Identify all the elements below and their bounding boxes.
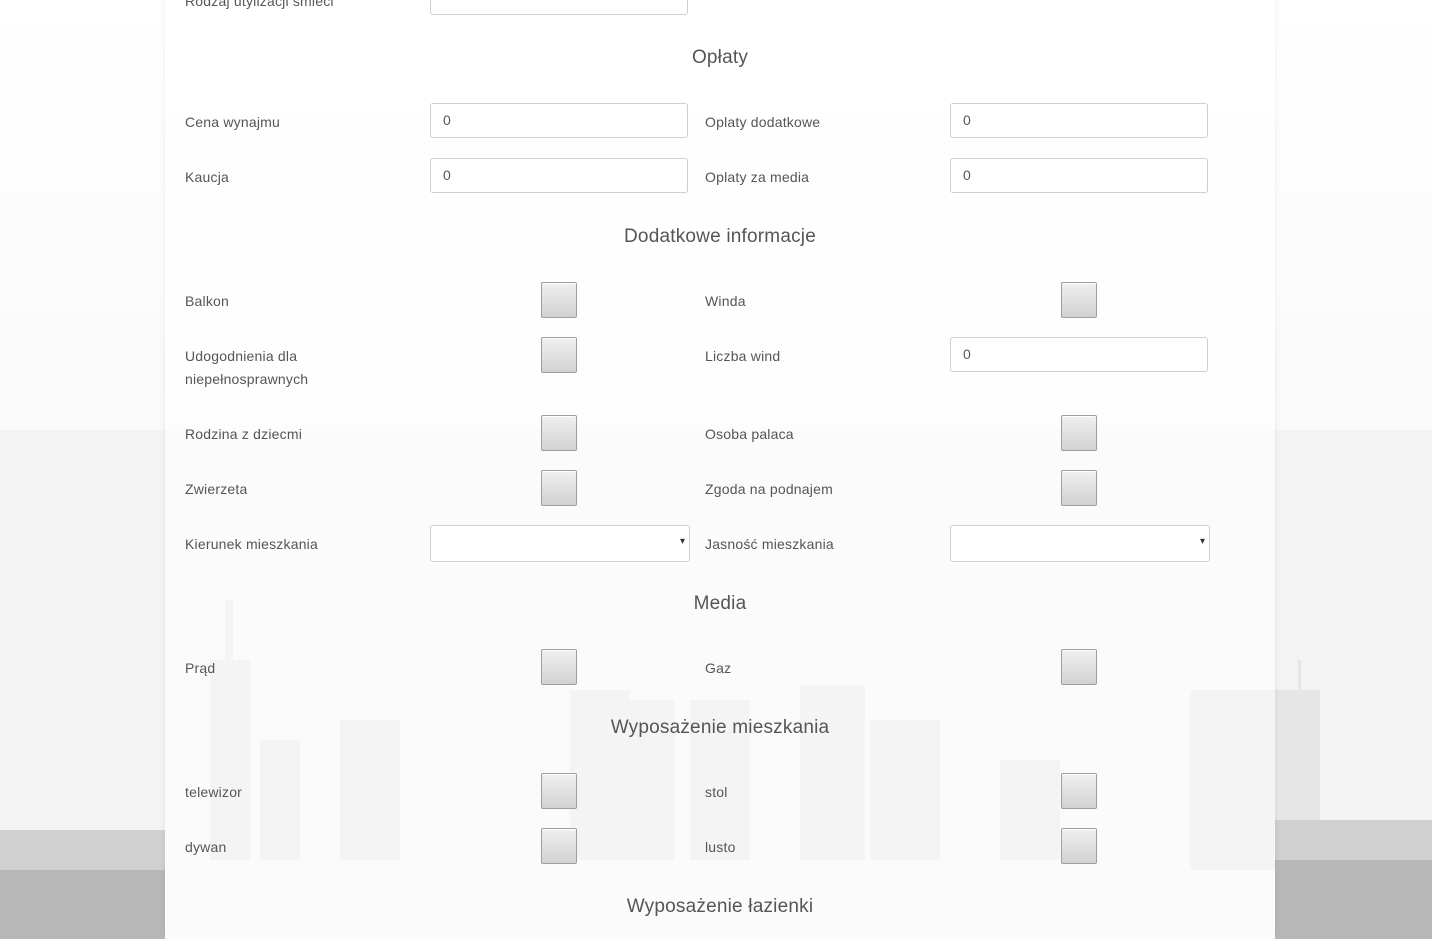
electricity-checkbox[interactable] xyxy=(541,649,577,685)
mirror-checkbox[interactable] xyxy=(1061,828,1097,864)
carpet-checkbox[interactable] xyxy=(541,828,577,864)
electricity-label: Prąd xyxy=(185,660,216,676)
waste-disposal-input[interactable] xyxy=(430,0,688,15)
brightness-select[interactable]: ▾ xyxy=(950,525,1210,562)
sublet-label: Zgoda na podnajem xyxy=(705,481,833,497)
section-heading-additional: Dodatkowe informacje xyxy=(624,226,816,247)
media-fees-input[interactable]: 0 xyxy=(950,158,1208,193)
table-label: stol xyxy=(705,784,728,800)
rent-price-label: Cena wynajmu xyxy=(185,114,280,130)
elevator-checkbox[interactable] xyxy=(1061,282,1097,318)
brightness-label: Jasność mieszkania xyxy=(705,536,834,552)
smoker-checkbox[interactable] xyxy=(1061,415,1097,451)
deposit-label: Kaucja xyxy=(185,169,230,185)
rent-price-input[interactable]: 0 xyxy=(430,103,688,138)
section-heading-fees: Opłaty xyxy=(691,47,749,68)
waste-disposal-label: Rodzaj utylizacji śmieci xyxy=(185,0,334,9)
accessibility-label-line1: Udogodnienia dla xyxy=(185,348,298,364)
balcony-checkbox[interactable] xyxy=(541,282,577,318)
gas-checkbox[interactable] xyxy=(1061,649,1097,685)
smoker-label: Osoba palaca xyxy=(705,426,794,442)
sublet-checkbox[interactable] xyxy=(1061,470,1097,506)
extra-fees-input[interactable]: 0 xyxy=(950,103,1208,138)
pets-checkbox[interactable] xyxy=(541,470,577,506)
listing-form-panel: Rodzaj utylizacji śmieci Opłaty Cena wyn… xyxy=(165,0,1275,939)
family-kids-checkbox[interactable] xyxy=(541,415,577,451)
gas-label: Gaz xyxy=(705,660,732,676)
carpet-label: dywan xyxy=(185,839,227,855)
accessibility-label-line2: niepełnosprawnych xyxy=(185,371,309,387)
media-fees-label: Oplaty za media xyxy=(705,169,810,185)
balcony-label: Balkon xyxy=(185,293,230,309)
chevron-down-icon: ▾ xyxy=(679,536,685,547)
extra-fees-label: Oplaty dodatkowe xyxy=(705,114,821,130)
section-heading-media: Media xyxy=(693,593,747,614)
direction-select[interactable]: ▾ xyxy=(430,525,690,562)
table-checkbox[interactable] xyxy=(1061,773,1097,809)
tv-label: telewizor xyxy=(185,784,243,800)
pets-label: Zwierzeta xyxy=(185,481,248,497)
chevron-down-icon: ▾ xyxy=(1199,536,1205,547)
family-kids-label: Rodzina z dziecmi xyxy=(185,426,302,442)
elevator-label: Winda xyxy=(705,293,746,309)
elevator-count-input[interactable]: 0 xyxy=(950,337,1208,372)
mirror-label: lusto xyxy=(705,839,736,855)
direction-label: Kierunek mieszkania xyxy=(185,536,318,552)
elevator-count-label: Liczba wind xyxy=(705,348,781,364)
tv-checkbox[interactable] xyxy=(541,773,577,809)
accessibility-checkbox[interactable] xyxy=(541,337,577,373)
section-heading-equipment: Wyposażenie mieszkania xyxy=(610,717,830,738)
deposit-input[interactable]: 0 xyxy=(430,158,688,193)
section-heading-bathroom: Wyposażenie łazienki xyxy=(626,896,814,917)
